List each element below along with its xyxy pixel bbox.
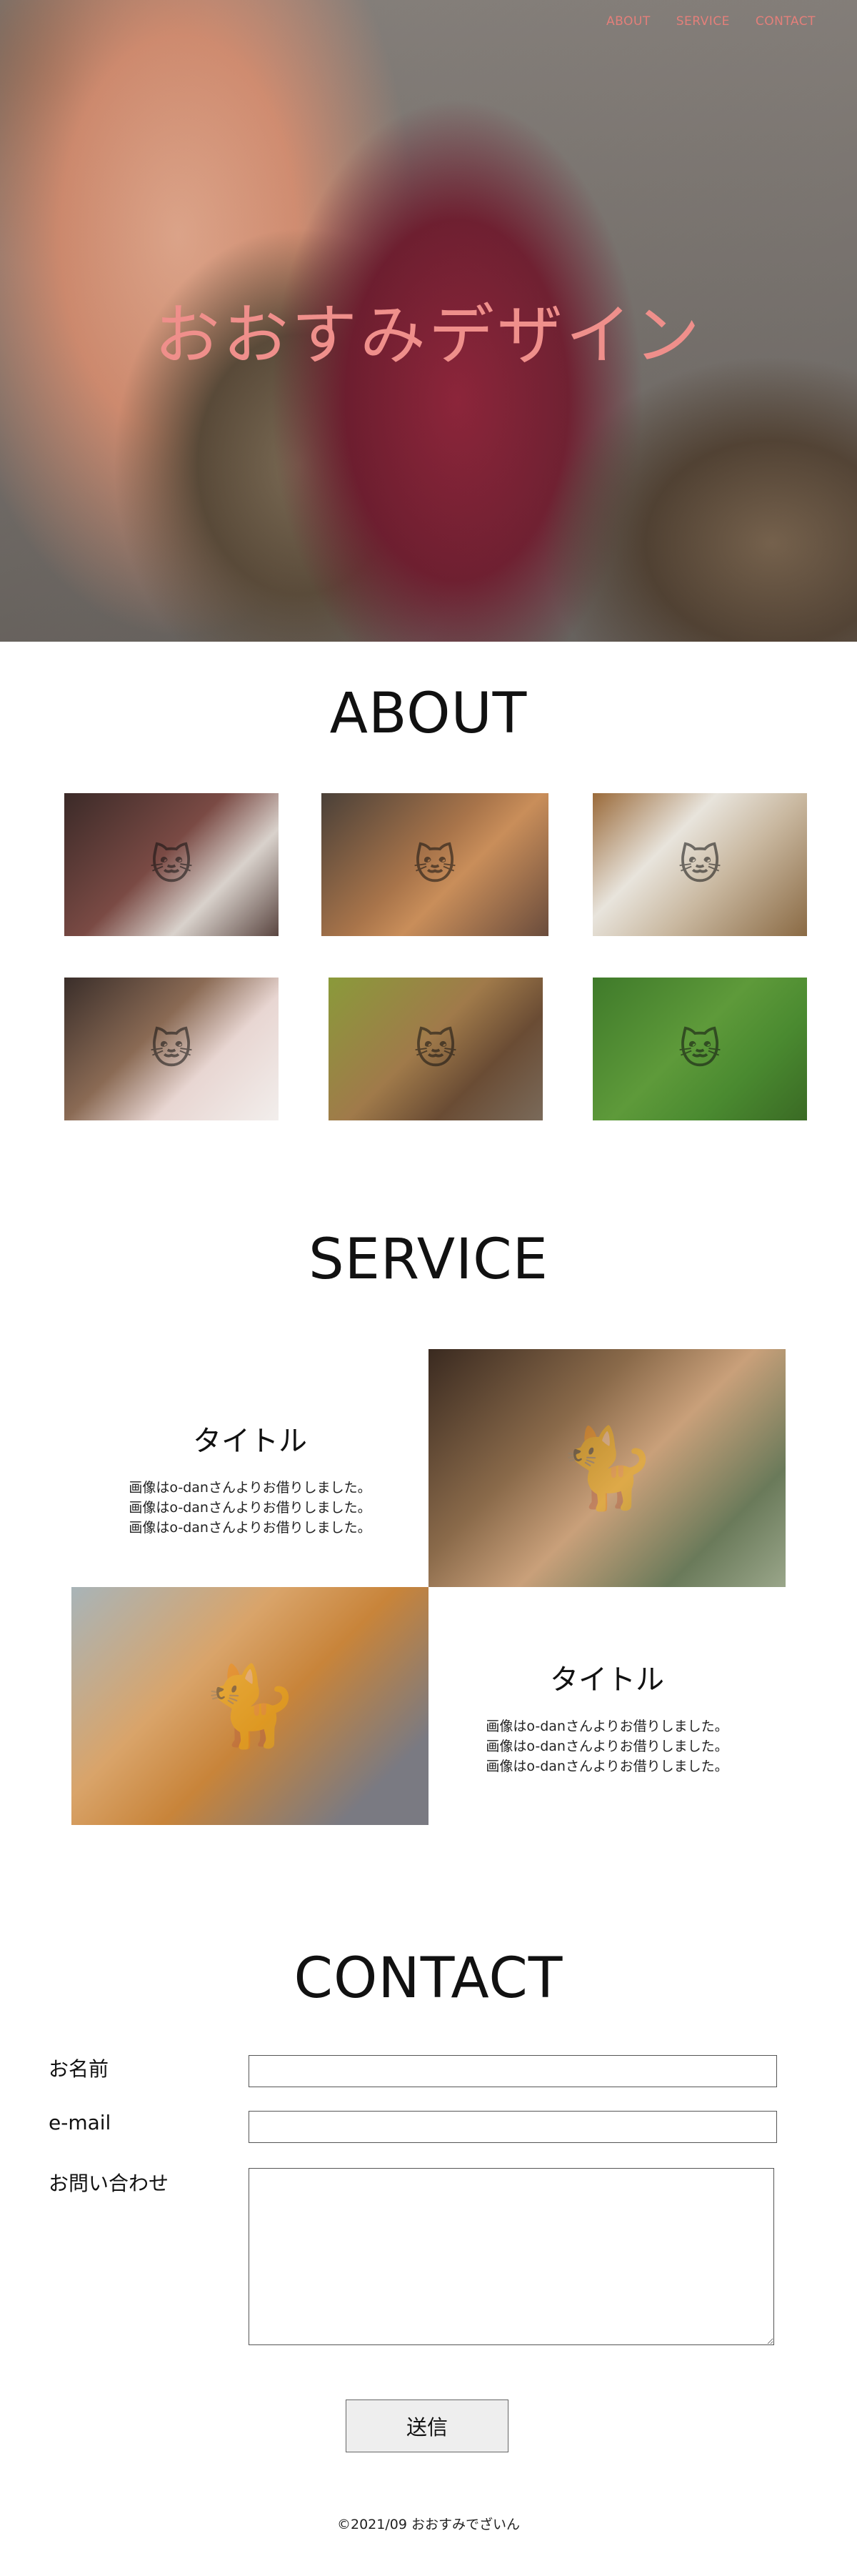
about-title: ABOUT (329, 682, 528, 746)
service-item-1-image: 🐈 (428, 1349, 786, 1587)
gallery-image-1: 🐱 (64, 793, 279, 936)
service-item-2-line-3: 画像はo-danさんよりお借りしました。 (486, 1759, 728, 1774)
orange-cat-icon: 🐈 (201, 1660, 299, 1751)
submit-button[interactable]: 送信 (346, 2400, 508, 2452)
cat-photo-icon: 🐱 (678, 1025, 722, 1073)
service-item-2-image: 🐈 (71, 1587, 428, 1825)
contact-section: CONTACT お名前 e-mail お問い合わせ 送信 (0, 1825, 857, 2497)
copyright-text: ©2021/09 おおすみでざいん (337, 2517, 520, 2532)
cat-photo-icon: 🐱 (149, 1025, 194, 1073)
name-input[interactable] (249, 2055, 777, 2087)
service-item-1-heading: タイトル (193, 1425, 307, 1458)
site-title: おおすみデザイン (154, 297, 703, 374)
about-section: ABOUT 🐱 🐱 🐱 🐱 🐱 🐱 (0, 642, 857, 1193)
service-item-1-line-1: 画像はo-danさんよりお借りしました。 (129, 1480, 371, 1496)
service-section: SERVICE タイトル 画像はo-danさんよりお借りしました。 画像はo-d… (0, 1193, 857, 1825)
contact-form: お名前 e-mail お問い合わせ 送信 (0, 2054, 857, 2497)
service-item-2-heading: タイトル (550, 1664, 664, 1696)
service-item-2-line-1: 画像はo-danさんよりお借りしました。 (486, 1719, 728, 1734)
service-item-2-line-2: 画像はo-danさんよりお借りしました。 (486, 1739, 728, 1754)
message-textarea[interactable] (249, 2168, 774, 2345)
hero-section: ABOUT SERVICE CONTACT おおすみデザイン (0, 0, 857, 642)
cat-photo-icon: 🐱 (149, 840, 194, 889)
top-nav: ABOUT SERVICE CONTACT (606, 14, 816, 29)
email-label: e-mail (49, 2111, 111, 2134)
service-list: タイトル 画像はo-danさんよりお借りしました。 画像はo-danさんよりお借… (0, 1349, 857, 1825)
contact-title: CONTACT (294, 1946, 563, 2011)
service-title: SERVICE (309, 1228, 548, 1292)
gallery-image-5: 🐱 (329, 978, 543, 1120)
nav-item-service[interactable]: SERVICE (676, 14, 730, 29)
service-item-2-text: タイトル 画像はo-danさんよりお借りしました。 画像はo-danさんよりお借… (428, 1656, 786, 1776)
name-label: お名前 (49, 2057, 109, 2081)
service-item-1-line-3: 画像はo-danさんよりお借りしました。 (129, 1520, 371, 1536)
footer: ©2021/09 おおすみでざいん (0, 2497, 857, 2547)
message-label: お問い合わせ (49, 2172, 169, 2195)
gallery-image-3: 🐱 (593, 793, 807, 936)
nav-item-about[interactable]: ABOUT (606, 14, 651, 29)
nav-item-contact[interactable]: CONTACT (756, 14, 816, 29)
cat-photo-icon: 🐱 (414, 1025, 458, 1073)
gallery-image-6: 🐱 (593, 978, 807, 1120)
gallery-image-2: 🐱 (321, 793, 548, 936)
email-input[interactable] (249, 2111, 777, 2143)
service-item-1-text: タイトル 画像はo-danさんよりお借りしました。 画像はo-danさんよりお借… (71, 1418, 428, 1538)
service-item-1-line-2: 画像はo-danさんよりお借りしました。 (129, 1500, 371, 1516)
cat-photo-icon: 🐱 (413, 840, 457, 889)
cat-photo-icon: 🐱 (678, 840, 722, 889)
gallery-image-4: 🐱 (64, 978, 279, 1120)
about-gallery: 🐱 🐱 🐱 🐱 🐱 🐱 (0, 793, 857, 1193)
calico-cat-icon: 🐈 (558, 1422, 656, 1513)
